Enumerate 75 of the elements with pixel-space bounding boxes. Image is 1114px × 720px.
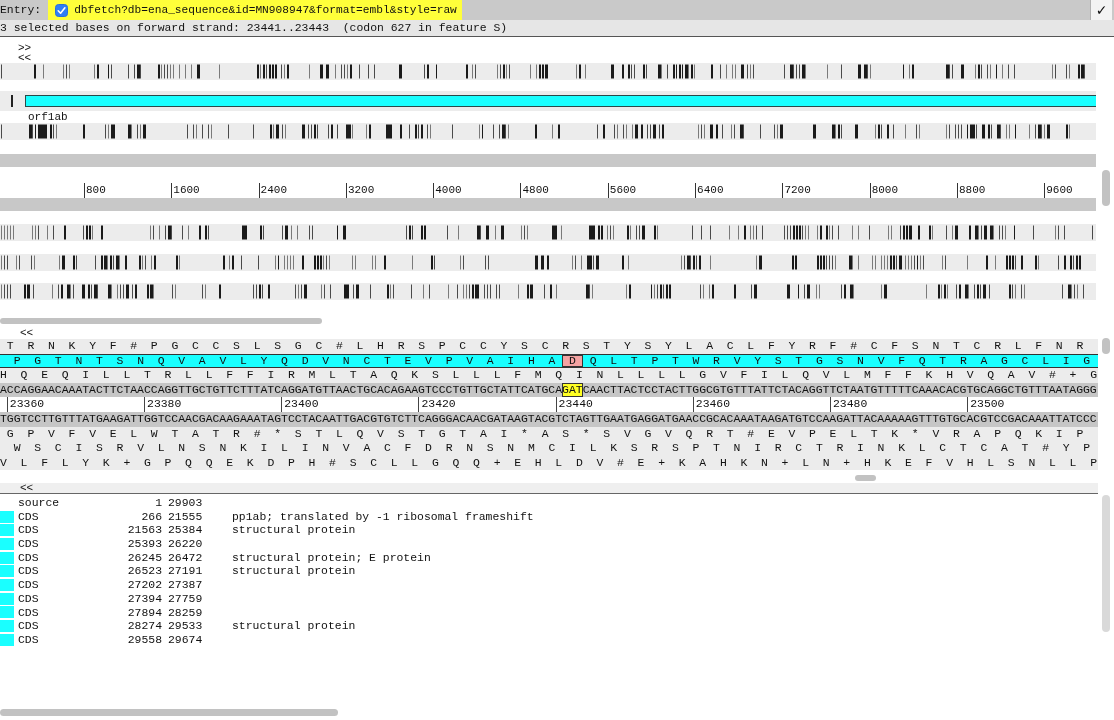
scale-label: 23360 [6,397,45,412]
entry-item[interactable]: dbfetch?db=ena_sequence&id=MN908947&format=embl&style=raw [48,0,462,20]
feature-marker [11,95,13,107]
feature-key: source [18,496,60,510]
scale-label: 23440 [555,397,593,412]
scrollbar-thumb[interactable] [1102,495,1110,632]
feature-end: 26220 [168,537,203,551]
feature-start: 21563 [127,523,162,538]
scale-label: 23500 [967,397,1005,412]
amino-acid-sequence: P G T N T S N Q V A V L Y Q D V N C T E V P V A I H A [13,354,559,368]
scrollbar-thumb[interactable] [0,318,322,324]
scale-label: 23380 [144,397,182,412]
direction-marker: << [20,328,34,338]
amino-acid-sequence: G P V F V E L W T A T R # * S T L Q V S T G T A I * A S * S V G V Q R T # E V P E L T K * V R A P Q K I P [6,426,1087,442]
confirm-button[interactable]: ✓ [1090,0,1112,20]
direction-marker: << [20,483,34,493]
feature-start: 266 [141,509,162,524]
feature-key: CDS [18,523,39,538]
scrollbar-thumb[interactable] [1102,170,1110,206]
amino-acid-sequence: T R N K Y F # P G C C S L S G C # L H R S P C C Y S C R S T Y S Y L A C L F Y R F # C F S N T C R L F N R [6,339,1087,354]
feature-key: CDS [18,564,39,579]
feature-start: 27394 [127,591,162,606]
feature-start: 26245 [127,550,162,565]
feature-key: CDS [18,591,39,606]
entry-label: Entry: [0,2,42,18]
feature-start: 27202 [127,578,162,592]
feature-note: structural protein [232,564,356,579]
amino-acid-sequence: Q L T P T W R V Y S T G S N V F Q T R A G C L I G [589,354,1094,368]
scale-label: 23460 [692,397,731,412]
feature-key: CDS [18,605,39,620]
feature-end: 29674 [168,632,203,647]
direction-marker: << [18,53,32,63]
feature-start: 27894 [127,605,162,620]
feature-note: structural protein [232,523,356,538]
scrollbar-thumb[interactable] [1102,338,1110,354]
feature-note: structural protein [232,619,356,633]
selected-amino-acid: D [562,354,583,368]
direction-marker: >> [18,43,32,53]
checkbox[interactable] [55,3,69,17]
feature-end: 29533 [168,619,203,633]
dna-sequence: CAACTTACTCCTACTTGGCGTGTTTATTCTACAGGTTCTAATGTTTTTCAAACACGTGCAGGCTGTTTAATAGGG [582,382,1097,398]
feature-start: 29558 [127,632,162,647]
feature-end: 25384 [168,523,203,538]
feature-start: 28274 [127,619,162,633]
scale-label: 23400 [281,397,319,412]
feature-end: 27191 [168,564,203,579]
feature-bar[interactable] [25,95,1096,107]
feature-end: 27387 [168,578,203,592]
feature-start: 1 [155,496,162,510]
feature-start: 25393 [127,537,162,551]
feature-end: 26472 [168,550,203,565]
dna-sequence: TGGTCCTTGTTTATGAAGATTGGTCCAACGACAAGAAATAGTCCTACAATTGACGTGTCTTCAGGGACAACGATAAGTACGTCTAGTTGAATGAGGATGAACCGCACAAATAAGATGTCCAAGATTACAAAAAGTTTGTGCACGTCCGACAAATTATCCC [0,411,1097,427]
amino-acid-sequence: W S C I S R V L N S N K I L I N V A C F D R N S N M C I L K S R S P T N I R C T R I N K L C T C A T # Y P [13,441,1094,456]
feature-end: 27759 [168,591,203,606]
feature-end: 29903 [168,496,203,510]
feature-key: CDS [18,619,39,633]
feature-key: CDS [18,550,39,565]
feature-key: CDS [18,578,39,592]
feature-key: CDS [18,632,39,647]
feature-start: 26523 [127,564,162,579]
feature-note: pp1ab; translated by -1 ribosomal frameshift [232,509,534,524]
dna-sequence: ACCAGGAACAAATACTTCTAACCAGGTTGCTGTTCTTTATCAGGATGTTAACTGCACAGAAGTCCCTGTTGCTATTCATGCA [0,382,563,398]
feature-key: CDS [18,509,39,524]
feature-key: CDS [18,537,39,551]
amino-acid-sequence: V L F L Y K + G P Q Q E K D P H # S C L L G Q Q + E H L D V # E + K A H K N + L N + H K E F V H L S N L L P [0,455,1101,471]
scale-label: 23420 [418,397,456,412]
scrollbar-thumb[interactable] [855,475,876,481]
feature-end: 28259 [168,605,203,620]
scale-label: 23480 [830,397,868,412]
feature-note: structural protein; E protein [232,550,431,565]
feature-end: 21555 [168,509,203,524]
entry-name: dbfetch?db=ena_sequence&id=MN908947&format=embl&style=raw [74,3,457,18]
scrollbar-thumb[interactable] [0,709,338,716]
amino-acid-sequence: H Q E Q I L L T R L L F F I R M L T A Q K S L L L F M Q I N L L L L G V F I L Q V L M F F K H V Q A V # + G [0,368,1101,383]
feature-label: orf1ab [28,111,68,123]
